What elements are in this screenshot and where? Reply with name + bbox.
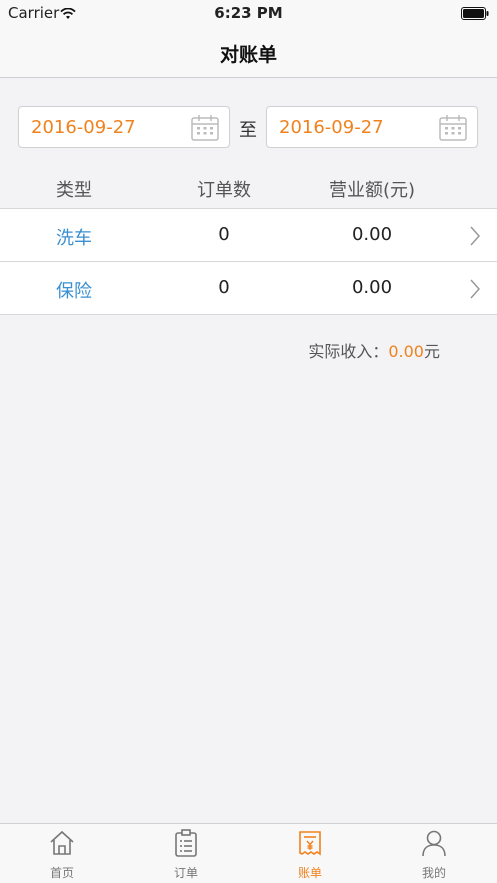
tab-bills[interactable]: 账单	[248, 824, 372, 883]
home-icon	[48, 829, 76, 861]
income-unit: 元	[423, 342, 440, 361]
page-title: 对账单	[219, 44, 277, 66]
tab-orders[interactable]: 订单	[124, 824, 248, 883]
header-orders: 订单数	[197, 180, 251, 201]
tab-home[interactable]: 首页	[0, 824, 124, 883]
status-time: 6:23 PM	[214, 4, 283, 22]
cell-orders: 0	[218, 224, 230, 245]
cell-type: 洗车	[56, 228, 92, 249]
header-type: 类型	[56, 180, 92, 201]
user-icon	[420, 829, 448, 861]
end-date-value: 2016-09-27	[279, 117, 384, 138]
chevron-right-icon	[469, 225, 481, 252]
table-body: 洗车 0 0.00 保险 0 0.00	[0, 208, 497, 315]
calendar-icon	[439, 115, 467, 145]
status-bar: Carrier 6:23 PM	[0, 0, 497, 28]
cell-revenue: 0.00	[351, 277, 393, 298]
date-separator: 至	[239, 120, 257, 141]
income-label: 实际收入：	[308, 342, 389, 361]
bill-icon	[296, 829, 324, 861]
tab-label: 账单	[297, 866, 322, 880]
income-value: 0.00	[388, 342, 424, 361]
start-date-field[interactable]: 2016-09-27	[18, 106, 230, 148]
order-list-icon	[172, 829, 200, 861]
tab-label: 首页	[49, 866, 74, 880]
cell-revenue: 0.00	[351, 224, 393, 245]
chevron-right-icon	[469, 278, 481, 305]
end-date-field[interactable]: 2016-09-27	[266, 106, 478, 148]
battery-icon	[461, 6, 489, 24]
calendar-icon	[191, 115, 219, 145]
income-summary: 实际收入：0.00元	[0, 338, 440, 362]
cell-type: 保险	[56, 281, 92, 302]
tab-label: 我的	[421, 866, 446, 880]
table-header: 类型 订单数 营业额(元)	[0, 166, 497, 208]
date-range: 2016-09-27 至 2016-09-27	[0, 106, 497, 150]
tab-profile[interactable]: 我的	[372, 824, 496, 883]
cell-orders: 0	[218, 277, 230, 298]
start-date-value: 2016-09-27	[31, 117, 136, 138]
header-revenue: 营业额(元)	[328, 180, 416, 201]
navigation-bar: 对账单	[0, 28, 497, 78]
tab-label: 订单	[173, 866, 198, 880]
tab-bar: 首页 订单 账单 我的	[0, 823, 497, 883]
table-row[interactable]: 洗车 0 0.00	[0, 209, 497, 262]
table-row[interactable]: 保险 0 0.00	[0, 262, 497, 315]
